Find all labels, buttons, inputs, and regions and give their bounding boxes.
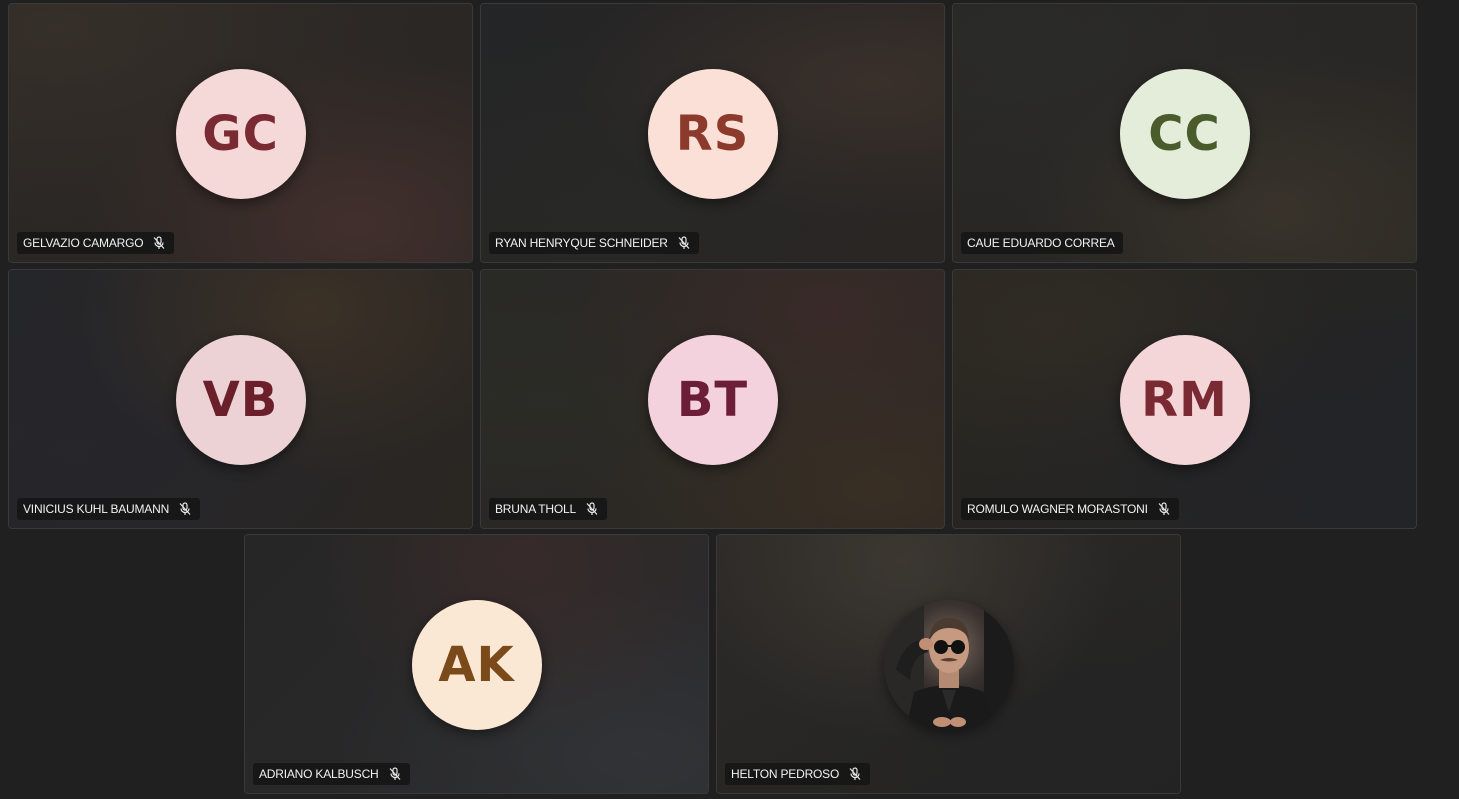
avatar: AK (411, 600, 542, 730)
mic-off-icon (388, 767, 402, 781)
participant-name-tag: ROMULO WAGNER MORASTONI (961, 498, 1179, 520)
participant-tile-bruna-tholl[interactable]: BT BRUNA THOLL (480, 269, 945, 529)
avatar: RS (647, 69, 778, 199)
avatar: BT (647, 335, 778, 465)
mic-off-icon (1157, 502, 1171, 516)
avatar: RM (1119, 335, 1250, 465)
participant-name-tag: HELTON PEDROSO (725, 763, 871, 785)
participant-name-tag: ADRIANO KALBUSCH (253, 763, 410, 785)
participant-name-tag: CAUE EDUARDO CORREA (961, 232, 1123, 254)
participant-name-tag: VINICIUS KUHL BAUMANN (17, 498, 201, 520)
mic-off-icon (848, 767, 862, 781)
avatar: VB (175, 335, 306, 465)
mic-off-icon (585, 502, 599, 516)
participant-name: ROMULO WAGNER MORASTONI (967, 502, 1148, 516)
participant-tile-helton-pedroso[interactable]: HELTON PEDROSO (716, 534, 1181, 794)
participant-name-tag: GELVAZIO CAMARGO (17, 232, 175, 254)
participant-tile-caue-eduardo-correa[interactable]: CC CAUE EDUARDO CORREA (952, 3, 1417, 263)
meeting-gallery: GC GELVAZIO CAMARGO RS RYAN HENRYQUE SCH… (0, 0, 1459, 799)
participant-tile-romulo-wagner-morastoni[interactable]: RM ROMULO WAGNER MORASTONI (952, 269, 1417, 529)
avatar: CC (1119, 69, 1250, 199)
profile-photo (883, 600, 1014, 730)
participant-name: RYAN HENRYQUE SCHNEIDER (495, 236, 668, 250)
avatar: GC (175, 69, 306, 199)
participant-name-tag: RYAN HENRYQUE SCHNEIDER (489, 232, 699, 254)
mic-off-icon (178, 502, 192, 516)
participant-name: CAUE EDUARDO CORREA (967, 236, 1115, 250)
mic-off-icon (677, 236, 691, 250)
participant-name: HELTON PEDROSO (731, 767, 840, 781)
participant-tile-adriano-kalbusch[interactable]: AK ADRIANO KALBUSCH (244, 534, 709, 794)
participant-name-tag: BRUNA THOLL (489, 498, 607, 520)
participant-name: BRUNA THOLL (495, 502, 576, 516)
mic-off-icon (152, 236, 166, 250)
participant-tile-gelvazio-camargo[interactable]: GC GELVAZIO CAMARGO (8, 3, 473, 263)
participant-name: GELVAZIO CAMARGO (23, 236, 144, 250)
participant-name: VINICIUS KUHL BAUMANN (23, 502, 170, 516)
participant-tile-vinicius-kuhl-baumann[interactable]: VB VINICIUS KUHL BAUMANN (8, 269, 473, 529)
participant-name: ADRIANO KALBUSCH (259, 767, 379, 781)
participant-tile-ryan-henryque-schneider[interactable]: RS RYAN HENRYQUE SCHNEIDER (480, 3, 945, 263)
person-photo-icon (883, 600, 1014, 730)
